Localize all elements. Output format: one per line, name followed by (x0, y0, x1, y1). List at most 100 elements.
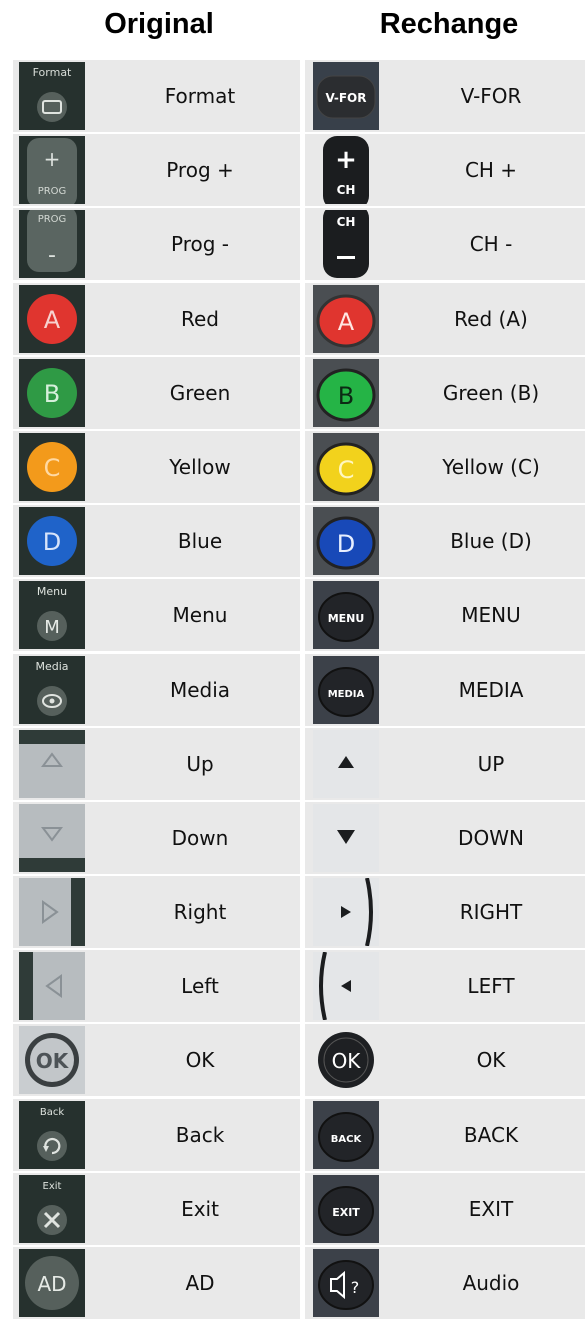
rechange-cell: C Yellow (C) (305, 430, 585, 503)
original-label: Left (181, 974, 219, 999)
svg-text:AD: AD (37, 1272, 66, 1296)
original-cell: Format Format (13, 60, 300, 132)
rechange-label: Green (B) (442, 380, 540, 405)
rechange-cell: BACK BACK (305, 1098, 585, 1171)
original-label: Yellow (169, 454, 231, 479)
svg-text:M: M (44, 617, 60, 638)
rechange-cell: B Green (B) (305, 356, 585, 429)
svg-text:+: + (44, 147, 61, 171)
rechange-cell: CH CH - (305, 208, 585, 281)
table-row: OK OK OK OK (13, 1024, 585, 1098)
media-icon: MEDIA (313, 655, 379, 724)
original-cell: Down (13, 801, 300, 874)
svg-text:MENU: MENU (328, 612, 365, 625)
rechange-label: LEFT (467, 974, 515, 999)
svg-text:B: B (44, 380, 60, 408)
prog-plus-icon: + PROG (19, 136, 85, 205)
ch-plus-icon: + CH (313, 136, 379, 205)
svg-text:Exit: Exit (43, 1181, 62, 1192)
table-row: Exit Exit EXIT EXIT (13, 1172, 585, 1247)
svg-text:CH: CH (337, 183, 356, 197)
original-label: Prog + (166, 158, 234, 183)
arrow-right-icon (19, 878, 85, 947)
menu-icon: MENU (313, 581, 379, 650)
original-label: Prog - (171, 232, 229, 257)
rechange-cell: RIGHT (305, 876, 585, 949)
original-cell: Media Media (13, 653, 300, 726)
original-label: Media (169, 677, 231, 702)
audio-description-icon: ? (313, 1249, 379, 1317)
table-row: + PROG Prog + + CH CH + (13, 134, 585, 208)
green-b-icon: B (19, 358, 85, 427)
format-icon: Format (19, 62, 85, 130)
original-cell: D Blue (13, 505, 300, 578)
rechange-cell: V-FOR V-FOR (305, 60, 585, 132)
arrow-up-icon (313, 729, 379, 798)
rechange-label: Yellow (C) (442, 454, 540, 479)
original-cell: PROG - Prog - (13, 208, 300, 281)
original-label: Green (169, 380, 231, 405)
svg-text:A: A (44, 306, 61, 334)
arrow-down-icon (313, 803, 379, 872)
table-row: Left LEFT (13, 950, 585, 1024)
menu-icon: Menu M (19, 581, 85, 650)
red-a-icon: A (19, 284, 85, 353)
original-cell: AD AD (13, 1247, 300, 1319)
original-cell: Back Back (13, 1098, 300, 1171)
svg-text:A: A (338, 308, 355, 336)
svg-text:C: C (44, 454, 61, 482)
table-row: B Green B Green (B) (13, 356, 585, 431)
prog-minus-icon: PROG - (19, 210, 85, 279)
original-cell: OK OK (13, 1024, 300, 1097)
back-icon: BACK (313, 1100, 379, 1169)
original-cell: + PROG Prog + (13, 134, 300, 207)
arrow-right-icon (313, 878, 379, 947)
rechange-label: BACK (463, 1122, 519, 1147)
original-label: OK (185, 1048, 215, 1073)
table-row: Right RIGHT (13, 876, 585, 950)
blue-d-icon: D (19, 507, 85, 576)
rechange-label: CH + (464, 158, 518, 183)
svg-text:PROG: PROG (38, 186, 67, 197)
svg-text:EXIT: EXIT (332, 1206, 360, 1219)
back-icon: Back (19, 1100, 85, 1169)
remote-mapping-page: Original Rechange Format Format V-FOR V-FOR… (0, 0, 585, 1319)
original-label: Up (186, 751, 214, 776)
svg-text:D: D (43, 528, 61, 556)
original-cell: C Yellow (13, 430, 300, 503)
table-row: Format Format V-FOR V-FOR (13, 60, 585, 134)
table-row: Up UP (13, 727, 585, 802)
svg-text:-: - (48, 243, 56, 268)
rechange-label: UP (477, 751, 505, 776)
media-icon: Media (19, 655, 85, 724)
original-cell: Left (13, 950, 300, 1023)
header-original: Original (104, 8, 214, 40)
yellow-c-icon: C (313, 432, 379, 501)
blue-d-icon: D (313, 507, 379, 576)
rechange-cell: MENU MENU (305, 579, 585, 652)
exit-icon: Exit (19, 1174, 85, 1243)
rechange-cell: MEDIA MEDIA (305, 653, 585, 726)
rechange-label: Audio (462, 1271, 520, 1295)
table-row: AD AD? Audio (13, 1247, 585, 1321)
original-label: Menu (172, 603, 228, 628)
yellow-c-icon: C (19, 432, 85, 501)
original-cell: Menu M Menu (13, 579, 300, 652)
table-row: A Red A Red (A) (13, 282, 585, 357)
ad-icon: AD (19, 1249, 85, 1317)
svg-text:D: D (337, 530, 355, 558)
svg-text:OK: OK (36, 1049, 70, 1073)
rechange-label: Blue (D) (450, 529, 532, 554)
original-label: Blue (177, 529, 223, 554)
vfor-icon: V-FOR (313, 62, 379, 130)
svg-text:C: C (338, 456, 355, 484)
rechange-label: MEDIA (458, 677, 524, 702)
original-label: Format (164, 84, 236, 108)
original-label: Right (173, 900, 227, 925)
rechange-cell: D Blue (D) (305, 505, 585, 578)
original-label: Back (175, 1122, 225, 1147)
rechange-cell: LEFT (305, 950, 585, 1023)
original-cell: Right (13, 876, 300, 949)
original-cell: B Green (13, 356, 300, 429)
original-label: Down (171, 825, 229, 850)
